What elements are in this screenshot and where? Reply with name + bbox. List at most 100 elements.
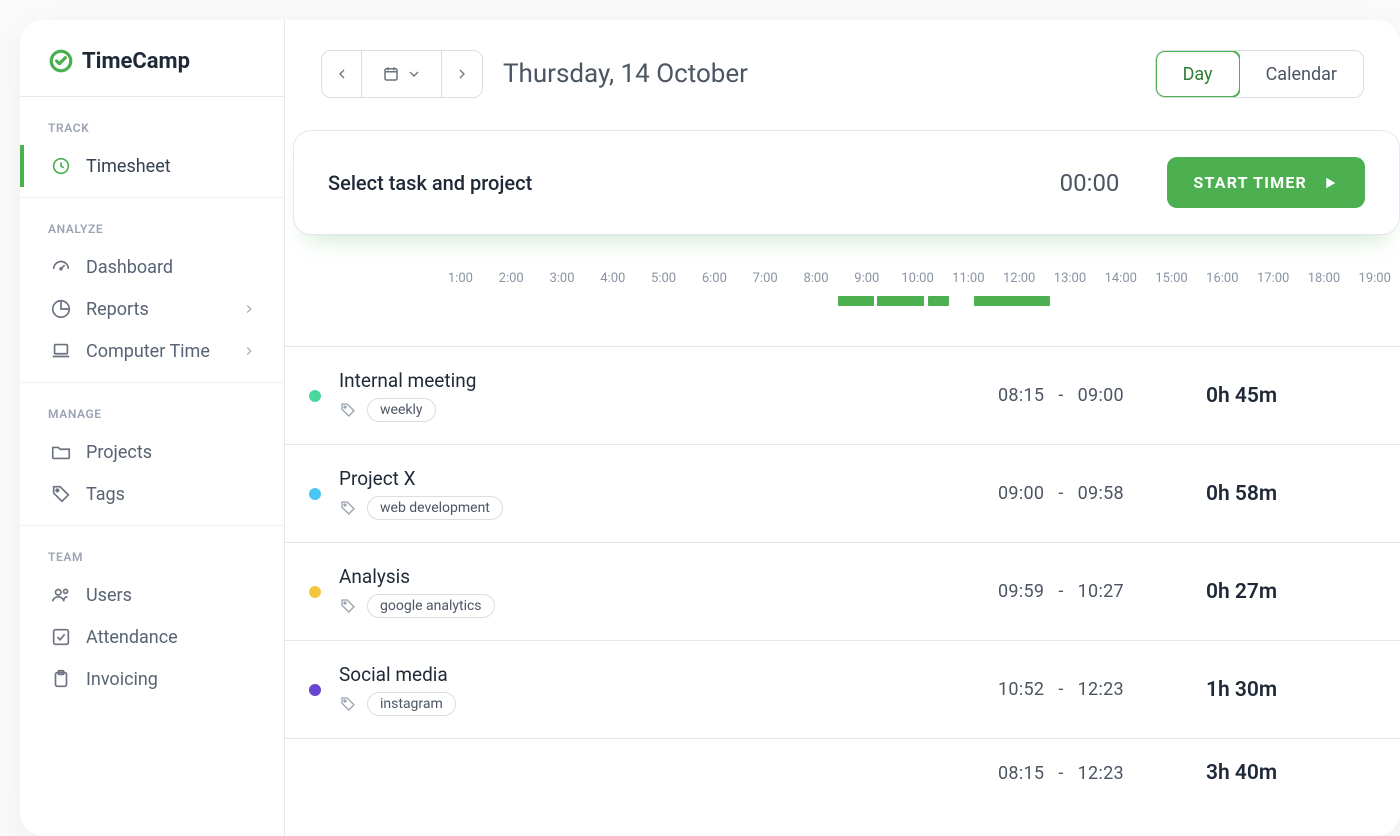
sidebar-item-label: Dashboard: [86, 257, 173, 278]
hour-tick: 17:00: [1248, 271, 1299, 286]
entry-color-dot: [309, 684, 321, 696]
entry-row[interactable]: Social media instagram 10:52 - 12:23 1h …: [285, 641, 1400, 739]
entry-tag[interactable]: instagram: [367, 692, 456, 716]
sidebar-item-tags[interactable]: Tags: [20, 473, 284, 515]
timer-elapsed: 00:00: [1060, 169, 1168, 197]
entry-color-dot: [309, 488, 321, 500]
entry-tag[interactable]: google analytics: [367, 594, 495, 618]
sidebar-item-label: Computer Time: [86, 341, 210, 362]
check-square-icon: [50, 626, 72, 648]
sidebar-item-projects[interactable]: Projects: [20, 431, 284, 473]
play-icon: [1321, 174, 1339, 192]
hour-tick: 1:00: [435, 271, 486, 286]
entry-start: 08:15: [998, 385, 1044, 406]
chevron-down-icon: [406, 66, 422, 82]
section-label-manage: MANAGE: [20, 383, 284, 431]
current-date: Thursday, 14 October: [503, 59, 748, 89]
view-day-button[interactable]: Day: [1155, 50, 1241, 98]
sidebar-item-dashboard[interactable]: Dashboard: [20, 246, 284, 288]
section-label-team: TEAM: [20, 526, 284, 574]
hour-tick: 11:00: [943, 271, 994, 286]
hour-tick: 14:00: [1095, 271, 1146, 286]
entry-row[interactable]: Analysis google analytics 09:59 - 10:27 …: [285, 543, 1400, 641]
chevron-left-icon: [334, 66, 350, 82]
folder-icon: [50, 441, 72, 463]
hour-tick: 7:00: [740, 271, 791, 286]
hour-tick: 15:00: [1146, 271, 1197, 286]
totals-start: 08:15: [998, 763, 1044, 784]
timeline-bar: [838, 296, 874, 306]
task-select-input[interactable]: Select task and project: [328, 171, 532, 195]
entry-title: Project X: [339, 467, 980, 490]
sidebar-item-label: Projects: [86, 442, 152, 463]
start-timer-label: START TIMER: [1193, 173, 1307, 192]
brand-logo[interactable]: TimeCamp: [20, 38, 284, 97]
hour-tick: 18:00: [1299, 271, 1350, 286]
totals-row: 08:15 - 12:23 3h 40m: [285, 739, 1400, 807]
brand-name: TimeCamp: [82, 49, 190, 74]
prev-day-button[interactable]: [322, 51, 362, 97]
entry-duration: 0h 27m: [1206, 580, 1376, 604]
users-icon: [50, 584, 72, 606]
totals-duration: 3h 40m: [1206, 761, 1376, 785]
sidebar-item-attendance[interactable]: Attendance: [20, 616, 284, 658]
hour-tick: 10:00: [892, 271, 943, 286]
entry-row[interactable]: Project X web development 09:00 - 09:58 …: [285, 445, 1400, 543]
entry-start: 09:59: [998, 581, 1044, 602]
section-label-analyze: ANALYZE: [20, 198, 284, 246]
calendar-icon: [382, 65, 400, 83]
tag-icon: [50, 483, 72, 505]
date-picker-button[interactable]: [362, 51, 442, 97]
sidebar-item-reports[interactable]: Reports: [20, 288, 284, 330]
entry-tag[interactable]: web development: [367, 496, 503, 520]
entry-title: Analysis: [339, 565, 980, 588]
entry-color-dot: [309, 586, 321, 598]
hour-tick: 4:00: [587, 271, 638, 286]
sidebar-item-label: Reports: [86, 299, 149, 320]
hour-tick: 2:00: [486, 271, 537, 286]
sidebar-item-users[interactable]: Users: [20, 574, 284, 616]
start-timer-button[interactable]: START TIMER: [1167, 157, 1365, 208]
hour-tick: 16:00: [1197, 271, 1248, 286]
hour-tick: 3:00: [537, 271, 588, 286]
timeline-bar: [877, 296, 924, 306]
hour-tick: 19:00: [1349, 271, 1400, 286]
hour-tick: 12:00: [994, 271, 1045, 286]
hour-tick: 8:00: [791, 271, 842, 286]
tag-icon: [339, 499, 357, 517]
tag-icon: [339, 401, 357, 419]
sidebar-item-label: Attendance: [86, 627, 178, 648]
sidebar-item-label: Timesheet: [86, 156, 171, 177]
totals-end: 12:23: [1078, 763, 1124, 784]
entry-row[interactable]: Internal meeting weekly 08:15 - 09:00 0h…: [285, 347, 1400, 445]
entry-end: 12:23: [1078, 679, 1124, 700]
entry-start: 09:00: [998, 483, 1044, 504]
chevron-right-icon: [242, 344, 256, 358]
entry-duration: 0h 45m: [1206, 384, 1376, 408]
main-content: Thursday, 14 October Day Calendar Select…: [285, 20, 1400, 836]
timeline-ruler: 1:002:003:004:005:006:007:008:009:0010:0…: [285, 271, 1400, 314]
entry-tag[interactable]: weekly: [367, 398, 436, 422]
laptop-icon: [50, 340, 72, 362]
logo-mark-icon: [48, 48, 74, 74]
sidebar: TimeCamp TRACK Timesheet ANALYZE Dashboa…: [20, 20, 285, 836]
pie-chart-icon: [50, 298, 72, 320]
entry-end: 09:00: [1078, 385, 1124, 406]
sidebar-item-label: Tags: [86, 484, 125, 505]
timeline-bars: [435, 296, 1400, 314]
tag-icon: [339, 597, 357, 615]
view-calendar-button[interactable]: Calendar: [1240, 51, 1363, 97]
gauge-icon: [50, 256, 72, 278]
chevron-right-icon: [454, 66, 470, 82]
hour-tick: 13:00: [1045, 271, 1096, 286]
clock-icon: [50, 155, 72, 177]
sidebar-item-timesheet[interactable]: Timesheet: [20, 145, 284, 187]
sidebar-item-invoicing[interactable]: Invoicing: [20, 658, 284, 700]
chevron-right-icon: [242, 302, 256, 316]
entry-title: Internal meeting: [339, 369, 980, 392]
timer-card: Select task and project 00:00 START TIME…: [293, 130, 1400, 235]
tag-icon: [339, 695, 357, 713]
entry-end: 09:58: [1078, 483, 1124, 504]
sidebar-item-computer-time[interactable]: Computer Time: [20, 330, 284, 372]
next-day-button[interactable]: [442, 51, 482, 97]
